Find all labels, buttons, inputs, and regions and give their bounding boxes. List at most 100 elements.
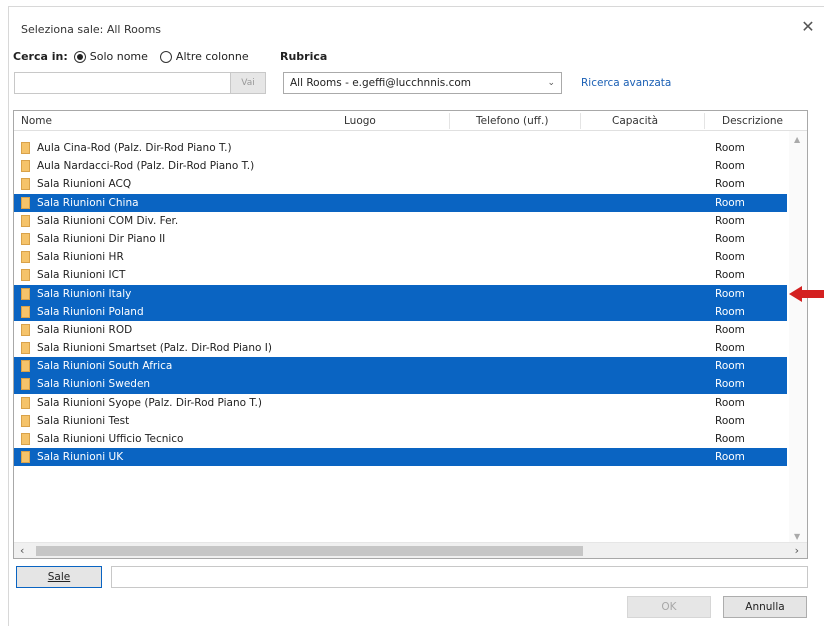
col-separator[interactable] xyxy=(580,113,581,129)
room-icon xyxy=(21,360,30,373)
col-header-nome[interactable]: Nome xyxy=(21,115,52,127)
room-description: Room xyxy=(715,323,745,336)
selected-rooms-field[interactable] xyxy=(111,566,808,588)
radio-checked-icon xyxy=(73,50,86,63)
col-header-capacita[interactable]: Capacità xyxy=(612,115,658,127)
room-icon xyxy=(21,342,30,355)
radio-solo-nome-label: Solo nome xyxy=(89,50,148,63)
room-name: Sala Riunioni UK xyxy=(37,451,124,464)
room-description: Room xyxy=(715,287,745,300)
room-name: Sala Riunioni South Africa xyxy=(37,360,173,373)
vertical-scrollbar[interactable]: ▲ ▼ xyxy=(789,131,807,543)
room-icon xyxy=(21,160,30,173)
red-arrow-icon xyxy=(789,286,824,302)
list-item[interactable]: Sala Riunioni Syope (Palz. Dir-Rod Piano… xyxy=(14,394,787,412)
room-icon xyxy=(21,142,30,154)
rooms-list[interactable]: Nome Luogo Telefono (uff.) Capacità Desc… xyxy=(13,110,808,559)
room-description: Room xyxy=(715,251,745,264)
room-icon xyxy=(21,287,30,300)
address-book-dropdown[interactable]: All Rooms - e.geffi@lucchnnis.com ⌄ xyxy=(283,72,562,94)
list-item[interactable]: Sala Riunioni South Africa Room xyxy=(14,357,787,376)
list-item[interactable]: Sala Riunioni ICT Room xyxy=(14,266,787,284)
room-name: Sala Riunioni China xyxy=(37,196,139,209)
col-header-descrizione[interactable]: Descrizione xyxy=(722,115,783,127)
room-icon xyxy=(21,433,30,445)
room-name: Aula Nardacci-Rod (Palz. Dir-Rod Piano T… xyxy=(37,160,255,173)
list-item[interactable]: Sala Riunioni ROD Room xyxy=(14,321,787,339)
room-name: Sala Riunioni Poland xyxy=(37,305,144,318)
radio-altre-colonne-label: Altre colonne xyxy=(175,50,249,63)
room-description: Room xyxy=(715,451,745,464)
search-in-label: Cerca in: xyxy=(13,50,68,63)
room-description: Room xyxy=(715,378,745,391)
room-description: Room xyxy=(715,232,745,245)
list-item[interactable]: Sala Riunioni COM Div. Fer. Room xyxy=(14,212,787,230)
room-name: Sala Riunioni Smartset (Palz. Dir-Rod Pi… xyxy=(37,342,272,355)
address-book-value: All Rooms - e.geffi@lucchnnis.com xyxy=(290,77,471,89)
room-icon xyxy=(21,196,30,209)
search-input[interactable] xyxy=(14,72,266,94)
room-name: Sala Riunioni Dir Piano II xyxy=(37,232,166,245)
col-separator[interactable] xyxy=(704,113,705,129)
radio-solo-nome[interactable]: Solo nome xyxy=(73,50,148,63)
list-header: Nome Luogo Telefono (uff.) Capacità Desc… xyxy=(14,111,807,131)
ok-button[interactable]: OK xyxy=(627,596,711,618)
scroll-up-icon[interactable]: ▲ xyxy=(794,135,800,144)
room-description: Room xyxy=(715,396,745,409)
cancel-button[interactable]: Annulla xyxy=(723,596,807,618)
list-item[interactable]: Sala Riunioni HR Room xyxy=(14,248,787,266)
col-header-luogo[interactable]: Luogo xyxy=(344,115,376,127)
scroll-left-icon[interactable]: ‹ xyxy=(20,544,24,557)
list-item[interactable]: Sala Riunioni UK Room xyxy=(14,448,787,467)
list-rows: Aula Cina-Rod (Palz. Dir-Rod Piano T.) Ro… xyxy=(14,139,787,467)
room-description: Room xyxy=(715,360,745,373)
list-item[interactable]: Sala Riunioni ACQ Room xyxy=(14,175,787,193)
room-icon xyxy=(21,414,30,427)
list-item[interactable]: Aula Cina-Rod (Palz. Dir-Rod Piano T.) Ro… xyxy=(14,139,787,157)
room-name: Sala Riunioni Ufficio Tecnico xyxy=(37,433,184,445)
room-description: Room xyxy=(715,433,745,445)
room-icon xyxy=(21,178,30,191)
room-description: Room xyxy=(715,305,745,318)
list-item[interactable]: Sala Riunioni Poland Room xyxy=(14,302,787,321)
list-item[interactable]: Sala Riunioni Dir Piano II Room xyxy=(14,230,787,248)
room-icon xyxy=(21,251,30,264)
sale-button-label: Sale xyxy=(47,571,71,583)
horizontal-scrollbar[interactable]: ‹ › xyxy=(14,542,807,558)
room-name: Sala Riunioni Test xyxy=(37,414,130,427)
room-description: Room xyxy=(715,342,745,355)
room-description: Room xyxy=(715,414,745,427)
list-item[interactable]: Sala Riunioni Test Room xyxy=(14,412,787,430)
list-item[interactable]: Sala Riunioni Sweden Room xyxy=(14,375,787,394)
dialog-title: Seleziona sale: All Rooms xyxy=(21,23,162,36)
list-item[interactable]: Sala Riunioni Italy Room xyxy=(14,284,787,303)
close-icon[interactable]: ✕ xyxy=(798,17,818,37)
list-item[interactable]: Aula Nardacci-Rod (Palz. Dir-Rod Piano T… xyxy=(14,157,787,175)
rubrica-label: Rubrica xyxy=(280,50,328,63)
room-name: Sala Riunioni COM Div. Fer. xyxy=(37,214,179,227)
col-separator[interactable] xyxy=(449,113,450,129)
radio-unchecked-icon xyxy=(159,50,172,63)
list-item[interactable]: Sala Riunioni Ufficio Tecnico Room xyxy=(14,430,787,448)
advanced-search-link[interactable]: Ricerca avanzata xyxy=(581,77,671,89)
horizontal-scroll-thumb[interactable] xyxy=(36,546,583,556)
room-icon xyxy=(21,305,30,318)
room-description: Room xyxy=(715,178,745,191)
chevron-down-icon: ⌄ xyxy=(547,78,555,88)
sale-button[interactable]: Sale xyxy=(16,566,102,588)
list-item[interactable]: Sala Riunioni China Room xyxy=(14,193,787,212)
room-name: Sala Riunioni Sweden xyxy=(37,378,151,391)
room-icon xyxy=(21,232,30,245)
col-header-telefono[interactable]: Telefono (uff.) xyxy=(476,115,548,127)
scroll-down-icon[interactable]: ▼ xyxy=(794,532,800,541)
list-item[interactable]: Sala Riunioni Smartset (Palz. Dir-Rod Pi… xyxy=(14,339,787,357)
room-icon xyxy=(21,451,30,464)
room-description: Room xyxy=(715,196,745,209)
go-button[interactable]: Vai xyxy=(230,73,265,93)
radio-altre-colonne[interactable]: Altre colonne xyxy=(159,50,249,63)
room-name: Sala Riunioni ICT xyxy=(37,269,126,282)
room-description: Room xyxy=(715,160,745,173)
scroll-right-icon[interactable]: › xyxy=(795,544,799,557)
room-name: Aula Cina-Rod (Palz. Dir-Rod Piano T.) xyxy=(37,142,232,154)
room-name: Sala Riunioni Italy xyxy=(37,287,132,300)
